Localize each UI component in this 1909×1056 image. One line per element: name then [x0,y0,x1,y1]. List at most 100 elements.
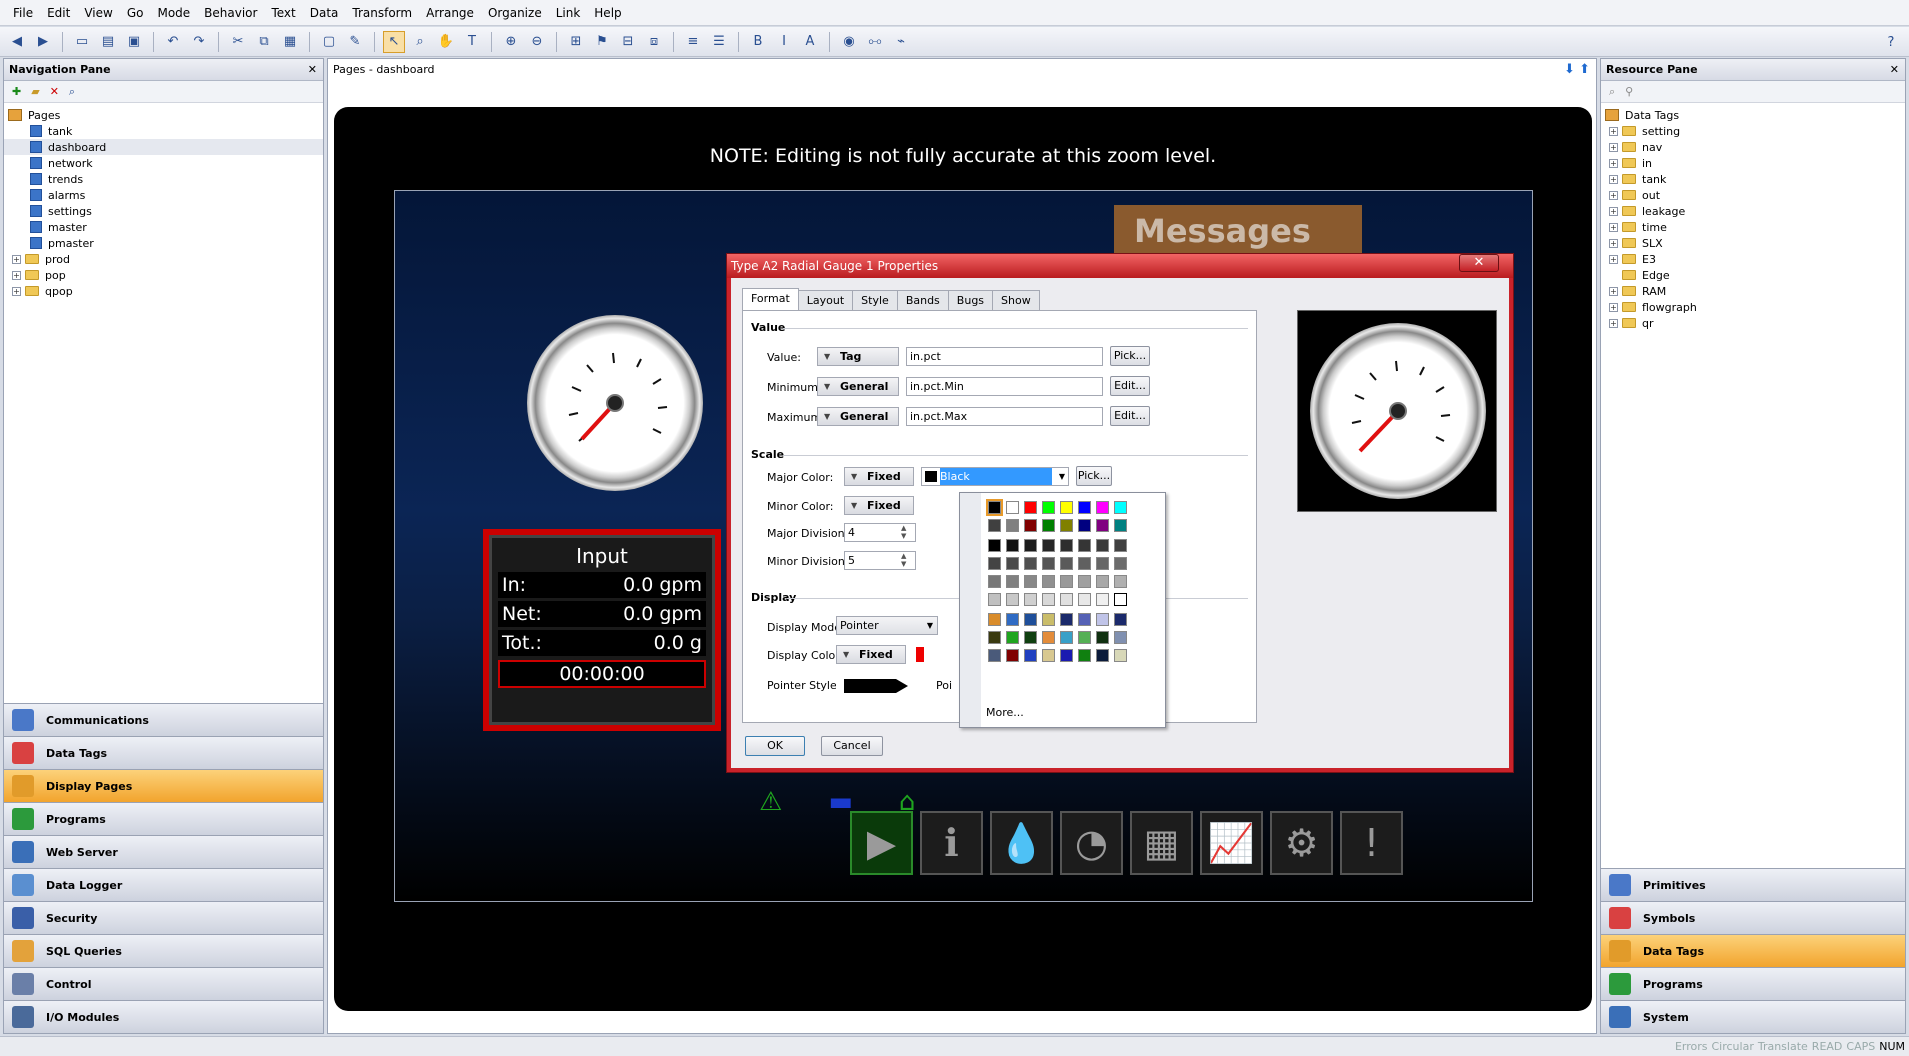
tree-page-dashboard[interactable]: dashboard [4,139,323,155]
maximum-field[interactable]: in.pct.Max [906,407,1103,426]
drop-icon[interactable]: 💧 [990,811,1053,875]
value-pick-button[interactable]: Pick... [1110,346,1150,366]
section-programs[interactable]: Programs [4,802,323,835]
menu-behavior[interactable]: Behavior [197,0,264,26]
display-color-swatch[interactable] [916,647,924,662]
color-swatch[interactable] [1024,557,1037,570]
close-icon[interactable]: ✕ [1459,254,1499,272]
color-swatch[interactable] [1006,593,1019,606]
color-swatch[interactable] [988,557,1001,570]
select-all-icon[interactable]: ▢ [318,31,340,53]
messages-header[interactable]: Messages [1114,205,1362,257]
color-swatch[interactable] [1060,519,1073,532]
tree-page-tank[interactable]: tank [4,123,323,139]
color-swatch[interactable] [1078,631,1091,644]
color-swatch[interactable] [1042,539,1055,552]
menu-transform[interactable]: Transform [345,0,419,26]
color-swatch[interactable] [1024,631,1037,644]
color-swatch[interactable] [1060,593,1073,606]
font-icon[interactable]: A [799,31,821,53]
tree-folder-pop[interactable]: + pop [4,267,323,283]
color-swatch[interactable] [1114,613,1127,626]
maximum-mode-dropdown[interactable]: General [817,407,899,426]
color-swatch[interactable] [1060,575,1073,588]
color-swatch[interactable] [1042,519,1055,532]
color-swatch[interactable] [1060,631,1073,644]
color-swatch[interactable] [1024,539,1037,552]
distribute-icon[interactable]: ☰ [708,31,730,53]
color-swatch[interactable] [1024,501,1037,514]
minus-icon[interactable]: ▬ [828,787,853,817]
tree-folder-setting[interactable]: + setting [1601,123,1905,139]
value-mode-dropdown[interactable]: Tag [817,347,899,366]
menu-go[interactable]: Go [120,0,151,26]
tree-folder-slx[interactable]: + SLX [1601,235,1905,251]
add-folder-icon[interactable]: ▰ [31,85,39,98]
cut-icon[interactable]: ✂ [227,31,249,53]
display-mode-select[interactable]: Pointer ▼ [836,616,938,635]
filter-icon[interactable]: ⚲ [1625,85,1633,98]
expand-icon[interactable]: + [1609,302,1618,312]
tree-folder-leakage[interactable]: + leakage [1601,203,1905,219]
help-icon[interactable]: ? [1880,31,1902,53]
expand-icon[interactable]: + [12,254,21,264]
redo-icon[interactable]: ↷ [188,31,210,53]
section-display-pages[interactable]: Display Pages [4,769,323,802]
expand-icon[interactable]: + [1609,286,1618,296]
tree-folder-qr[interactable]: + qr [1601,315,1905,331]
color-swatch[interactable] [1078,613,1091,626]
language-flag-icon[interactable]: ⚑ [591,31,613,53]
color-swatch[interactable] [1078,519,1091,532]
color-swatch[interactable] [1042,649,1055,662]
tree-page-settings[interactable]: settings [4,203,323,219]
minimum-mode-dropdown[interactable]: General [817,377,899,396]
close-icon[interactable]: ✕ [1890,59,1899,80]
delete-icon[interactable]: ✕ [50,85,59,98]
tab-style[interactable]: Style [852,290,898,310]
tab-bands[interactable]: Bands [896,290,949,310]
expand-icon[interactable]: + [1609,190,1618,200]
scroll-up-icon[interactable]: ⬆ [1579,62,1590,77]
color-swatch[interactable] [1096,519,1109,532]
color-swatch[interactable] [1078,557,1091,570]
zoom-tool-icon[interactable]: ⌕ [409,31,431,53]
expand-icon[interactable]: + [12,270,21,280]
expand-icon[interactable]: + [1609,318,1618,328]
color-swatch[interactable] [1006,501,1019,514]
tree-folder-prod[interactable]: + prod [4,251,323,267]
copy-icon[interactable]: ⧉ [253,31,275,53]
display-color-mode-dropdown[interactable]: Fixed [836,645,906,664]
color-swatch[interactable] [1042,593,1055,606]
tree-folder-e3[interactable]: + E3 [1601,251,1905,267]
color-swatch[interactable] [1096,649,1109,662]
expand-icon[interactable]: + [1609,222,1618,232]
trend-chart-icon[interactable]: 📈 [1200,811,1263,875]
tree-page-alarms[interactable]: alarms [4,187,323,203]
color-swatch[interactable] [988,593,1001,606]
section-control[interactable]: Control [4,967,323,1000]
color-swatch[interactable] [1006,557,1019,570]
section-symbols[interactable]: Symbols [1601,901,1905,934]
color-swatch[interactable] [1024,575,1037,588]
network-icon[interactable]: ▦ [1130,811,1193,875]
color-swatch[interactable] [1114,557,1127,570]
pointer-tool-icon[interactable]: ↖ [383,30,405,53]
section-data-logger[interactable]: Data Logger [4,868,323,901]
menu-edit[interactable]: Edit [40,0,77,26]
zoom-in-icon[interactable]: ⊕ [500,31,522,53]
add-page-icon[interactable]: ✚ [12,85,21,98]
alarm-exclamation-icon[interactable]: ! [1340,811,1403,875]
tree-folder-nav[interactable]: + nav [1601,139,1905,155]
color-swatch[interactable] [1024,593,1037,606]
tree-page-trends[interactable]: trends [4,171,323,187]
tab-layout[interactable]: Layout [797,290,854,310]
color-swatch[interactable] [988,575,1001,588]
undo-icon[interactable]: ↶ [162,31,184,53]
section-primitives[interactable]: Primitives [1601,868,1905,901]
color-swatch[interactable] [1006,539,1019,552]
section-data-tags[interactable]: Data Tags [4,736,323,769]
tab-bugs[interactable]: Bugs [947,290,994,310]
expand-icon[interactable]: + [1609,174,1618,184]
zoom-out-icon[interactable]: ⊖ [526,31,548,53]
color-swatch[interactable] [1078,575,1091,588]
